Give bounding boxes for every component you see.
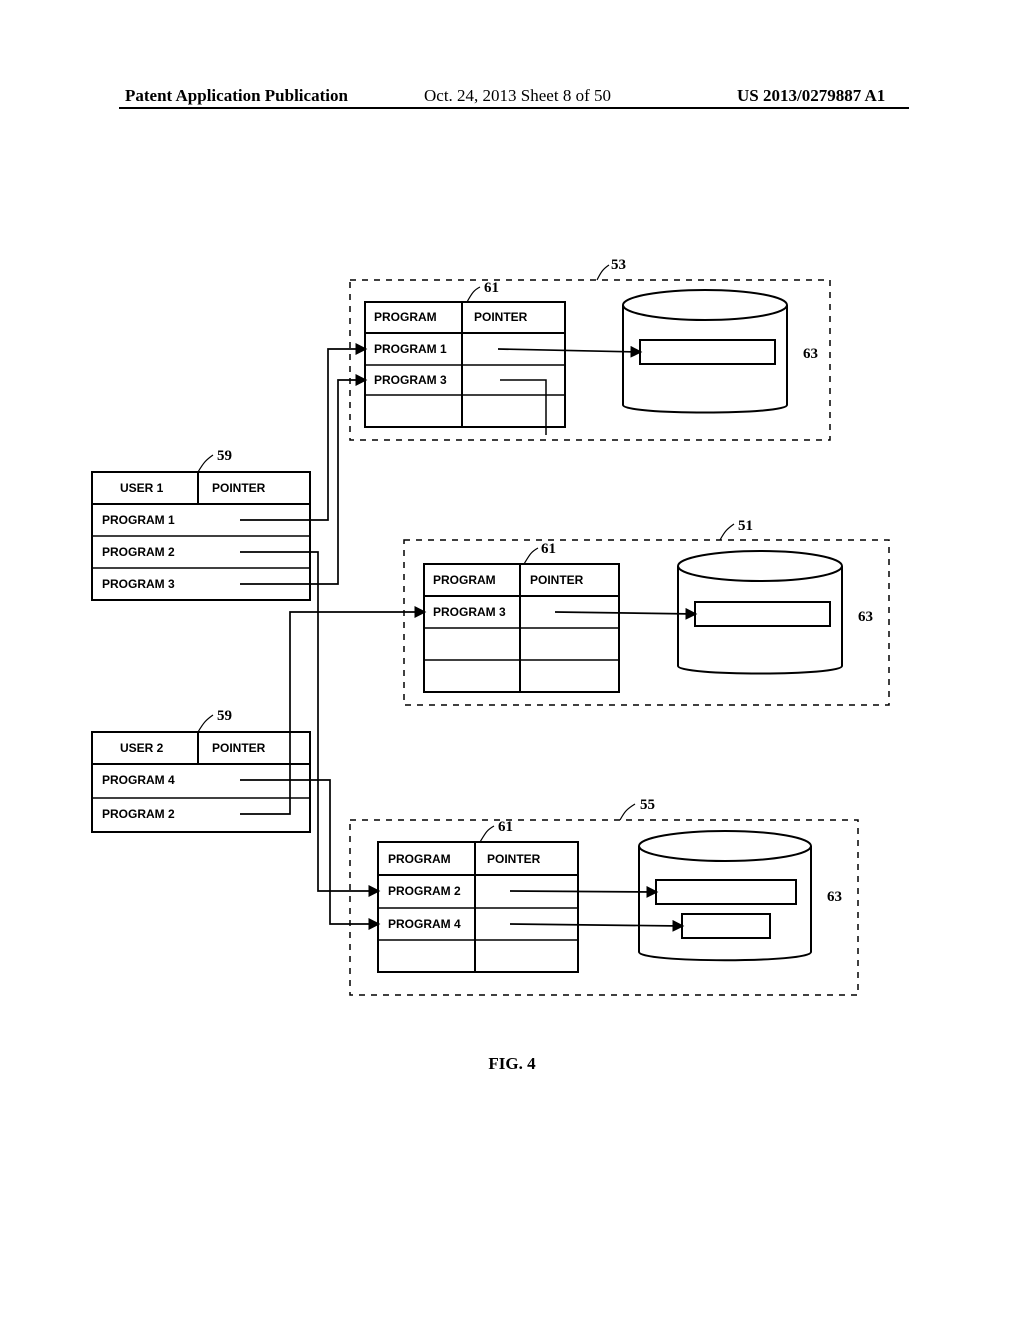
- server-53-group: 53 PROGRAM POINTER PROGRAM 1 PROGRAM 3 6…: [350, 257, 830, 440]
- ref-53: 53: [611, 257, 626, 273]
- cell-program-1: PROGRAM 1: [374, 342, 447, 356]
- ref-59-user1: 59: [217, 448, 232, 464]
- t55-program2: PROGRAM 2: [388, 884, 461, 898]
- u1-row-program3: PROGRAM 3: [102, 577, 175, 591]
- ref-63-top: 63: [803, 346, 818, 362]
- table-header-program: PROGRAM: [374, 310, 437, 324]
- table-61-server-53: PROGRAM POINTER PROGRAM 1 PROGRAM 3 61: [365, 280, 565, 427]
- table-61-server-55: PROGRAM POINTER PROGRAM 2 PROGRAM 4 61: [378, 819, 578, 972]
- ref-59-user2: 59: [217, 708, 232, 724]
- t55-program4: PROGRAM 4: [388, 917, 461, 931]
- ref-61-mid: 61: [541, 541, 556, 557]
- ref-51: 51: [738, 518, 753, 534]
- ref-63-bot: 63: [827, 889, 842, 905]
- figure-4-svg: 53 PROGRAM POINTER PROGRAM 1 PROGRAM 3 6…: [0, 0, 1024, 1320]
- page: Patent Application Publication Oct. 24, …: [0, 0, 1024, 1320]
- u2-row-program2: PROGRAM 2: [102, 807, 175, 821]
- header-pointer-u2: POINTER: [212, 741, 266, 755]
- database-63-server-51: 63: [678, 551, 873, 674]
- u1-row-program1: PROGRAM 1: [102, 513, 175, 527]
- t55-header-pointer: POINTER: [487, 852, 541, 866]
- u1-row-program2: PROGRAM 2: [102, 545, 175, 559]
- ref-55: 55: [640, 797, 655, 813]
- database-63-server-55: 63: [639, 831, 842, 960]
- figure-caption: FIG. 4: [0, 1054, 1024, 1074]
- t51-program3: PROGRAM 3: [433, 605, 506, 619]
- server-51-group: 51 PROGRAM POINTER PROGRAM 3 61 63: [404, 518, 889, 705]
- database-63-server-53: 63: [623, 290, 818, 413]
- table-61-server-51: PROGRAM POINTER PROGRAM 3 61: [424, 541, 619, 692]
- header-user1: USER 1: [120, 481, 164, 495]
- ref-61-bot: 61: [498, 819, 513, 835]
- table-header-pointer: POINTER: [474, 310, 528, 324]
- user1-table-59: USER 1 POINTER PROGRAM 1 PROGRAM 2 PROGR…: [92, 448, 310, 600]
- header-user2: USER 2: [120, 741, 164, 755]
- u2-row-program4: PROGRAM 4: [102, 773, 175, 787]
- t51-header-pointer: POINTER: [530, 573, 584, 587]
- t55-header-program: PROGRAM: [388, 852, 451, 866]
- cell-program-3: PROGRAM 3: [374, 373, 447, 387]
- server-55-group: 55 PROGRAM POINTER PROGRAM 2 PROGRAM 4 6…: [350, 797, 858, 995]
- header-pointer-u1: POINTER: [212, 481, 266, 495]
- t51-header-program: PROGRAM: [433, 573, 496, 587]
- ref-63-mid: 63: [858, 609, 873, 625]
- ref-61-top: 61: [484, 280, 499, 296]
